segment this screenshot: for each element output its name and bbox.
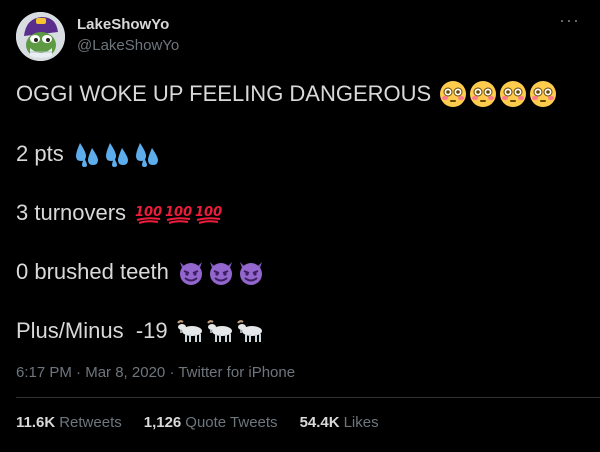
quote-tweets-count: 1,126 <box>143 414 182 431</box>
tweet-line-text: Plus/Minus -19 <box>16 318 168 343</box>
divider <box>16 397 600 398</box>
tweet-line-1: OGGI WOKE UP FEELING DANGEROUS <box>16 80 557 108</box>
sweat-droplets-icon <box>135 143 158 167</box>
retweets-stat[interactable]: 11.6K Retweets <box>16 414 122 431</box>
tweet-line-text: OGGI WOKE UP FEELING DANGEROUS <box>16 81 432 106</box>
more-options-icon[interactable]: ··· <box>559 10 580 31</box>
hundred-points-icon: 100 <box>195 205 222 224</box>
retweets-label: Retweets <box>59 414 122 431</box>
tweet-line-5: Plus/Minus -19 <box>16 317 264 345</box>
tweet-time[interactable]: 6:17 PM <box>16 364 72 381</box>
goat-emoji-group <box>176 317 264 345</box>
goat-icon <box>236 320 262 342</box>
flushed-face-icon <box>470 81 497 107</box>
meta-separator: · <box>76 364 82 381</box>
flushed-face-icon <box>530 81 557 107</box>
tweet: LakeShowYo @LakeShowYo ··· OGGI WOKE UP … <box>0 0 600 452</box>
tweet-line-2: 2 pts <box>16 140 160 168</box>
tweet-line-4: 0 brushed teeth <box>16 258 265 286</box>
smiling-imp-emoji-group <box>177 258 265 286</box>
goat-icon <box>206 320 232 342</box>
smiling-imp-icon <box>209 262 232 285</box>
smiling-imp-icon <box>239 262 262 285</box>
display-name[interactable]: LakeShowYo <box>77 16 169 33</box>
sweat-droplets-emoji-group <box>72 140 160 168</box>
quote-tweets-label: Quote Tweets <box>185 414 278 431</box>
sweat-droplets-icon <box>105 143 128 167</box>
avatar[interactable] <box>16 12 65 61</box>
pepe-frog-avatar-icon <box>16 12 65 61</box>
quote-tweets-stat[interactable]: 1,126 Quote Tweets <box>144 414 278 431</box>
flushed-face-icon <box>500 81 527 107</box>
tweet-line-text: 0 brushed teeth <box>16 259 169 284</box>
meta-separator: · <box>169 364 175 381</box>
likes-stat[interactable]: 54.4K Likes <box>300 414 379 431</box>
user-handle[interactable]: @LakeShowYo <box>77 37 179 54</box>
flushed-face-icon <box>440 81 467 107</box>
tweet-stats: 11.6K Retweets 1,126 Quote Tweets 54.4K Lik… <box>16 414 379 431</box>
flushed-face-emoji-group <box>439 80 557 108</box>
likes-label: Likes <box>343 414 379 431</box>
hundred-points-icon: 100 <box>135 205 162 224</box>
goat-icon <box>176 320 202 342</box>
tweet-line-3: 3 turnovers 100 100 100 <box>16 199 222 227</box>
sweat-droplets-icon <box>75 143 98 167</box>
smiling-imp-icon <box>179 262 202 285</box>
tweet-line-text: 3 turnovers <box>16 200 127 225</box>
tweet-date[interactable]: Mar 8, 2020 <box>85 364 165 381</box>
tweet-source[interactable]: Twitter for iPhone <box>178 364 295 381</box>
hundred-points-emoji-group: 100 100 100 <box>134 199 222 227</box>
hundred-points-icon: 100 <box>165 205 192 224</box>
tweet-line-text: 2 pts <box>16 141 64 166</box>
likes-count: 54.4K <box>299 414 340 431</box>
tweet-meta: 6:17 PM · Mar 8, 2020 · Twitter for iPho… <box>16 364 295 381</box>
retweets-count: 11.6K <box>16 414 56 431</box>
